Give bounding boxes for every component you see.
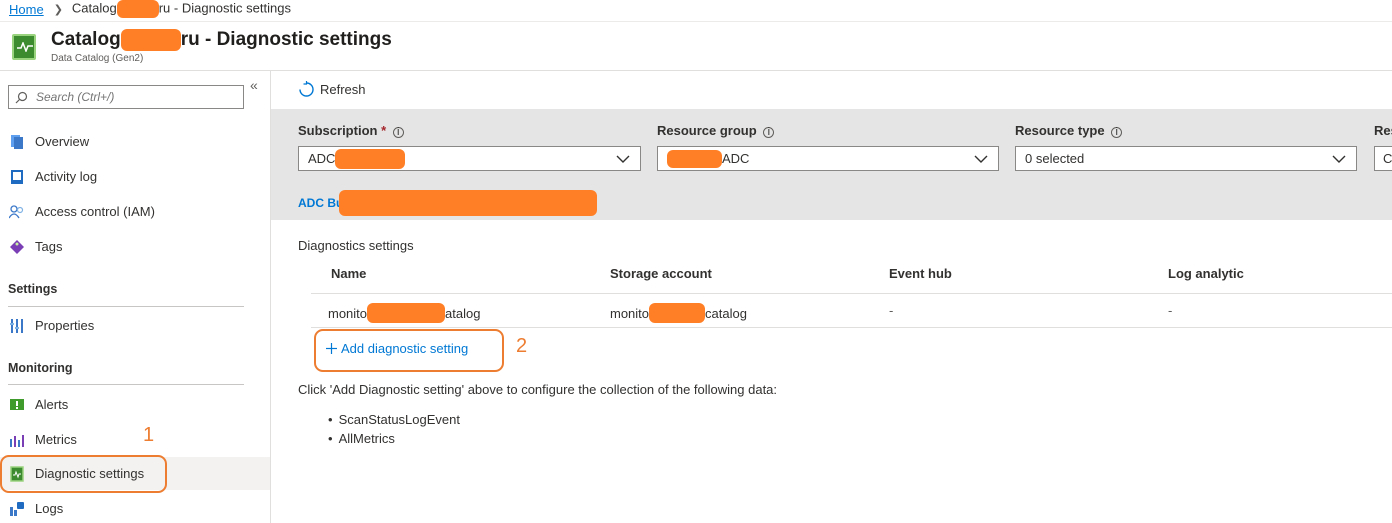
subscription-label-text: Subscription: [298, 123, 378, 138]
sidebar-item-label: Overview: [35, 134, 90, 149]
required-marker: *: [381, 123, 387, 138]
annotation-number-1: 1: [143, 424, 155, 446]
refresh-button[interactable]: Refresh: [298, 81, 366, 98]
name-prefix: monito: [328, 305, 368, 321]
subscription-link-text: ADC Bu: [298, 196, 344, 210]
list-item: AllMetrics: [328, 429, 460, 448]
column-header-storage-account: Storage account: [610, 266, 712, 281]
tag-icon: [9, 239, 25, 255]
chevron-right-icon: ❯: [53, 3, 63, 16]
list-item: ScanStatusLogEvent: [328, 410, 460, 429]
refresh-icon: [299, 81, 314, 97]
chevron-down-icon: [616, 155, 630, 163]
subscription-value: ADC: [308, 151, 336, 166]
collapse-sidebar-icon[interactable]: «: [250, 77, 258, 93]
add-diagnostic-setting-button[interactable]: Add diagnostic setting: [326, 341, 468, 356]
logs-icon: [9, 501, 25, 517]
data-catalog-icon: [12, 34, 36, 60]
alert-icon: [9, 397, 25, 413]
sidebar-item-label: Properties: [35, 318, 95, 333]
resource-group-dropdown[interactable]: ADC: [657, 146, 999, 171]
sidebar-item-label: Alerts: [35, 397, 69, 412]
data-items-list: ScanStatusLogEvent AllMetrics: [328, 410, 460, 448]
table-cell-name[interactable]: monito atalog: [328, 303, 480, 323]
activity-log-icon: [9, 169, 25, 185]
refresh-label: Refresh: [320, 82, 366, 97]
redaction-mark: [367, 303, 446, 323]
sidebar-item-label: Tags: [35, 239, 63, 254]
resource-value: C: [1383, 151, 1392, 166]
help-text: Click 'Add Diagnostic setting' above to …: [298, 382, 778, 397]
info-icon[interactable]: i: [1111, 127, 1123, 138]
sidebar-item-label: Activity log: [35, 169, 98, 184]
column-header-log-analytic: Log analytic: [1168, 266, 1244, 281]
redaction-mark: [335, 148, 406, 169]
diagnostics-settings-title: Diagnostics settings: [298, 238, 414, 253]
people-icon: [9, 204, 25, 220]
breadcrumb-current-suffix: ru - Diagnostic settings: [158, 0, 291, 16]
page-title-suffix: ru - Diagnostic settings: [180, 29, 392, 51]
search-input[interactable]: [36, 90, 226, 104]
sidebar-item-label: Access control (IAM): [35, 204, 155, 219]
search-box[interactable]: [8, 85, 244, 109]
sidebar-item-activity-log[interactable]: Activity log: [0, 160, 270, 193]
resource-type-label-text: Resource type: [1015, 123, 1105, 138]
table-cell-storage-account: monito catalog: [610, 303, 747, 323]
resource-type-value: 0 selected: [1025, 151, 1085, 166]
subscription-label: Subscription * i: [298, 123, 404, 138]
column-header-event-hub: Event hub: [889, 266, 952, 281]
storage-suffix: catalog: [705, 305, 747, 321]
resource-label: Res: [1374, 123, 1392, 138]
resource-group-label: Resource group i: [657, 123, 775, 138]
breadcrumb-current-prefix: Catalog: [71, 0, 117, 16]
add-diagnostic-setting-label: Add diagnostic setting: [341, 341, 469, 356]
page-title-prefix: Catalog: [51, 29, 121, 51]
resource-group-label-text: Resource group: [657, 123, 757, 138]
sidebar-item-alerts[interactable]: Alerts: [0, 388, 270, 421]
overview-icon: [9, 134, 25, 150]
redaction-mark: [649, 303, 706, 323]
info-icon[interactable]: i: [392, 127, 404, 138]
page-subtitle: Data Catalog (Gen2): [51, 53, 144, 64]
settings-section-label: Settings: [8, 282, 58, 296]
resource-type-label: Resource type i: [1015, 123, 1123, 138]
metrics-icon: [9, 432, 25, 448]
annotation-number-2: 2: [516, 335, 528, 357]
sidebar-item-properties[interactable]: Properties: [0, 309, 270, 342]
subscription-dropdown[interactable]: ADC: [298, 146, 641, 171]
table-cell-log-analytic: -: [1168, 303, 1173, 318]
info-icon[interactable]: i: [763, 127, 775, 138]
redaction-mark: [339, 190, 598, 216]
monitoring-section-label: Monitoring: [8, 361, 73, 375]
redaction-mark: [120, 29, 181, 51]
name-suffix: atalog: [445, 305, 481, 321]
resource-dropdown[interactable]: C: [1374, 146, 1392, 171]
resource-group-value: ADC: [722, 151, 750, 166]
resource-type-dropdown[interactable]: 0 selected: [1015, 146, 1357, 171]
column-header-name: Name: [331, 266, 367, 281]
page-title: Catalog ru - Diagnostic settings: [51, 29, 392, 51]
plus-icon: [326, 343, 337, 354]
sidebar-item-label: Metrics: [35, 432, 77, 447]
chevron-down-icon: [974, 155, 988, 163]
sidebar-item-logs[interactable]: Logs: [0, 492, 270, 523]
breadcrumb-current: Catalog ru - Diagnostic settings: [72, 0, 291, 18]
sidebar-item-metrics[interactable]: Metrics: [0, 423, 270, 456]
highlight-ring-diagnostic-settings: [0, 455, 167, 493]
sidebar-item-overview[interactable]: Overview: [0, 125, 270, 158]
table-cell-event-hub: -: [889, 303, 894, 318]
chevron-down-icon: [1332, 155, 1346, 163]
sidebar-item-access-control[interactable]: Access control (IAM): [0, 195, 270, 228]
storage-prefix: monito: [610, 305, 650, 321]
filter-bar: Subscription * i ADC Resource group i AD…: [271, 109, 1392, 220]
sidebar-item-tags[interactable]: Tags: [0, 230, 270, 263]
breadcrumb: Home ❯ Catalog ru - Diagnostic settings: [9, 0, 291, 18]
sidebar-item-label: Logs: [35, 501, 64, 516]
subscription-link[interactable]: ADC Bu: [298, 190, 598, 216]
breadcrumb-home-link[interactable]: Home: [9, 2, 44, 17]
redaction-mark: [667, 149, 722, 168]
redaction-mark: [116, 0, 159, 18]
search-icon: [15, 91, 28, 103]
properties-icon: [9, 318, 25, 334]
